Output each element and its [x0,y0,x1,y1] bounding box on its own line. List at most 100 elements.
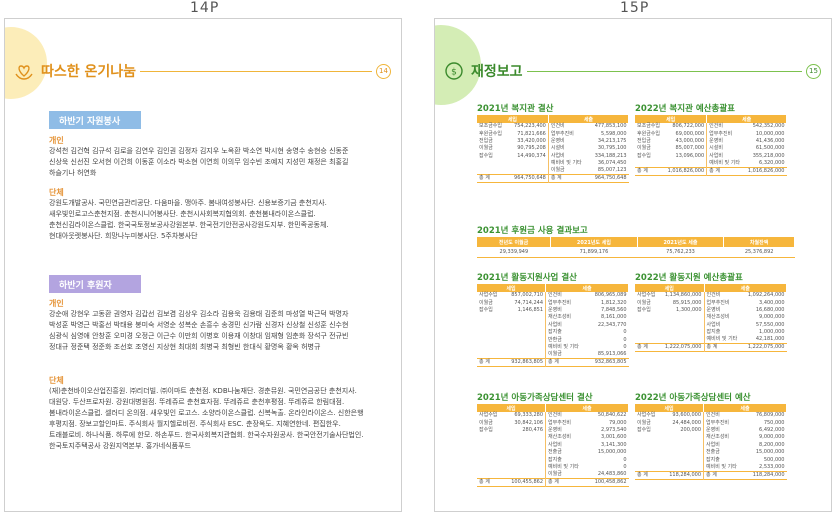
table-row: 후원금수입 69,000,000 업무추진비 10,000,000 [635,130,787,138]
table-cell: 이월금 [637,145,651,152]
table-cell: 예비비 및 기타 [706,463,737,470]
table-row: 이월금 85,915,000 업무추진비 3,400,000 [635,299,787,307]
title-underline [140,70,372,72]
table-cell [635,314,659,321]
table-total-row: 총 계 932,863,805 총 계 932,863,805 [477,358,629,367]
table-title: 2021년 활동지원사업 결산 [477,273,579,285]
table-row: 이월금 85,913,066 [477,351,629,359]
table-cell: 8,161,000 [601,314,627,321]
table-cell: 34,213,175 [597,137,627,144]
volunteer-banner: 하반기 자원봉사 [49,111,141,129]
table-cell: 2,533,000 [759,463,785,470]
table-cell [661,434,705,442]
table-cell: 9,000,000 [759,314,785,321]
table-title: 2022년 복지관 예산총괄표 [635,104,737,116]
table-cell [503,434,547,442]
table-row: 전출금 15,000,000 [635,448,787,457]
table-cell [503,351,547,359]
table-row: 잡지출 0 [477,456,629,464]
table-cell: 1,000,000 [759,329,785,336]
table-row: 예비비 및 기타 6,320,000 [635,159,787,168]
table-cell [635,449,661,456]
table-header-cell: 세입 [635,404,705,412]
table-row: 사업수입 93,600,000 인건비 76,809,000 [635,412,787,420]
table-cell: 1,016,826,000 [663,166,708,176]
section-header: $ 재정보고 15 [443,57,821,85]
table-cell: 932,863,805 [586,358,629,367]
table-cell: 477,853,100 [594,123,627,130]
table-cell: 사업수입 [479,292,498,299]
table-cell: 예비비 및 기타 [706,336,738,343]
table-row: 사업비 8,200,000 [635,441,787,449]
table-cell: 1,134,860,000 [659,292,705,300]
table-header-cell: 세출 [548,115,630,123]
page-badge: 15 [806,63,821,79]
table-cell: 6,320,000 [759,159,785,166]
table-title: 2022년 아동가족상담센터 예산 [635,393,753,405]
table-cell: 이월금 [479,299,493,306]
table-cell: 1,300,000 [659,306,705,315]
table-cell: 보조금수입 [637,123,661,130]
table-cell [503,456,547,464]
sponsor-group-label: 단체 [49,376,64,385]
table-cell: 총 계 [545,478,587,487]
table-cell: 36,074,450 [597,160,627,167]
table-cell: 1,016,826,000 [743,166,787,176]
table-row: 잡지출 0 [477,328,629,337]
table-cell: 71,821,666 [507,130,549,138]
table-cell: 85,007,123 [597,167,627,174]
svg-text:$: $ [451,68,457,78]
table-cell: 이월금 [550,167,565,174]
table-total-row: 총 계 964,750,648 총 계 964,750,648 [477,174,629,183]
table-cell: 사업수입 [479,412,498,419]
table-cell: 재산조성비 [706,434,730,441]
table-row: 이월금 30,842,106 업무추진비 79,000 [477,419,629,427]
table-cell [477,314,503,321]
table-header-cell: 세출 [545,404,629,412]
table-cell: 1,146,851 [503,306,547,315]
table-cell [477,442,503,449]
table-cell: 3,141,300 [601,441,627,448]
table-cell: 총 계 [548,174,589,183]
table-cell: 3,001,600 [601,434,627,441]
table-header-cell: 세입 [477,115,549,123]
table-cell [503,343,547,352]
table-row: 전출금 15,000,000 [477,448,629,457]
table-cell [635,442,661,449]
table-cell [477,329,503,336]
table-cell [477,322,503,329]
table-cell [477,456,503,463]
table-cell: 24,484,000 [661,419,705,427]
table-cell: 이월금 [637,299,651,306]
table-cell: 0 [623,463,627,470]
sponsor-individual-label: 개인 [49,299,64,308]
heart-hands-icon [13,60,35,82]
table-cell: 0 [623,456,627,463]
table-row: 이월금 74,714,244 업무추진비 1,812,320 [477,299,629,307]
sponsor-usage-table: 전년도 이월금 2021년도 세입 2021년도 세출 차월잔액 29,339,… [477,237,795,258]
section-header: 따스한 온기나눔 14 [13,57,391,85]
table-cell [477,160,507,167]
table-row: 예비비 및 기타 42,181,000 [635,336,787,344]
table-cell: 사업비 [706,441,720,448]
coin-money-icon: $ [443,60,465,82]
table-cell [477,434,503,441]
table-cell [503,336,547,344]
table-cell: 업무추진비 [550,130,574,137]
table-cell: 1,812,320 [601,299,627,306]
table-cell: 업무추진비 [548,299,572,306]
finance-table: 세입 세출 사업수입 69,333,280 인건비 50,840,622 이월금 30,842… [477,404,629,488]
table-cell: 754,223,400 [507,123,549,131]
table-cell: 30,842,106 [503,419,547,427]
table-cell [477,471,503,479]
table-cell [477,336,503,343]
table-cell [635,456,661,463]
table-cell: 10,000,000 [755,130,785,137]
table-cell: 잡지출 [548,456,562,463]
table-cell: 0 [623,336,627,343]
table-cell: 74,714,244 [503,299,547,307]
table-cell: 5,598,000 [601,130,627,137]
table-cell [507,167,549,175]
table-cell: 사업비 [709,152,723,159]
page-badge: 14 [376,63,391,79]
